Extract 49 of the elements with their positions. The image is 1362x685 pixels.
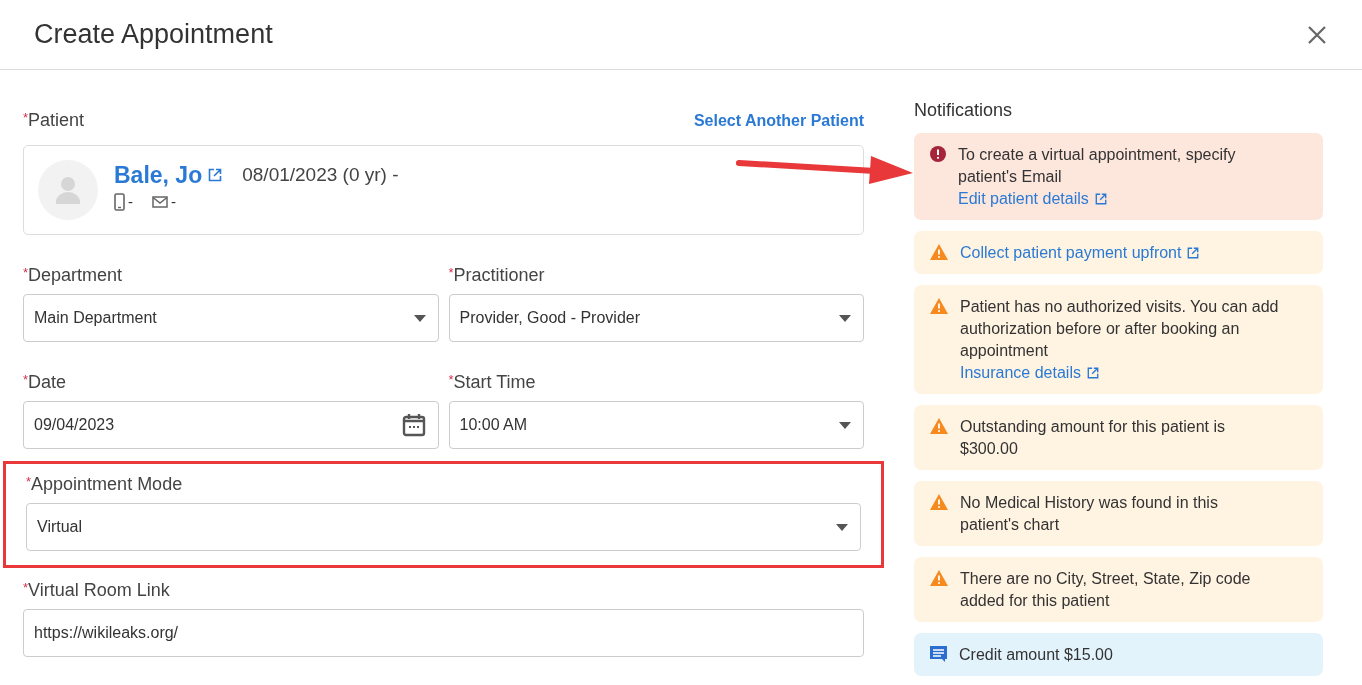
external-link-icon[interactable] <box>1094 193 1107 205</box>
patient-phone: - <box>128 193 133 210</box>
patient-name-link[interactable]: Bale, Jo <box>114 161 203 189</box>
dialog-title: Create Appointment <box>34 19 273 50</box>
calendar-icon[interactable] <box>401 413 426 437</box>
notifications-heading: Notifications <box>914 100 1014 121</box>
warning-icon <box>930 298 948 314</box>
external-link-icon[interactable] <box>1086 367 1099 379</box>
mail-icon <box>152 195 168 208</box>
warning-icon <box>930 244 948 260</box>
phone-icon <box>114 192 125 211</box>
notification-text: To create a virtual appointment, specify patient's Email <box>958 145 1237 187</box>
notification-link[interactable]: Insurance details <box>960 362 1081 384</box>
patient-email: - <box>171 193 176 210</box>
notification-link[interactable]: Collect patient payment upfront <box>960 242 1182 264</box>
dropdown[interactable]: 10:00 AM <box>448 401 864 449</box>
warning-icon <box>930 418 948 434</box>
field-label: *Date <box>23 372 68 393</box>
error-icon <box>930 146 946 162</box>
field-label: *Virtual Room Link <box>23 580 171 601</box>
external-link-icon[interactable] <box>208 168 223 182</box>
dropdown[interactable]: Virtual <box>26 503 861 551</box>
message-icon <box>930 646 947 662</box>
notification-text: No Medical History was found in this patient's chart <box>960 493 1219 535</box>
notification-text: There are no City, Street, State, Zip code added for this patient <box>960 569 1252 611</box>
field-label: *Practitioner <box>448 265 546 286</box>
field-label: *Appointment Mode <box>26 474 184 495</box>
caret-icon <box>839 314 851 322</box>
notification-text: Outstanding amount for this patient is $300.00 <box>960 417 1227 459</box>
field-label: *Department <box>23 265 124 286</box>
close-icon[interactable] <box>1307 24 1327 45</box>
caret-icon <box>413 314 426 322</box>
input-field[interactable]: https://wikileaks.org/ <box>23 609 864 657</box>
dropdown[interactable]: Main Department <box>23 294 439 342</box>
caret-icon <box>836 523 848 531</box>
avatar-icon <box>38 160 98 220</box>
patient-dob: 08/01/2023 (0 yr) - <box>242 164 399 186</box>
external-link-icon[interactable] <box>1187 247 1200 259</box>
warning-icon <box>930 494 948 510</box>
select-patient-link[interactable]: Select Another Patient <box>693 111 864 130</box>
field-label: *Start Time <box>448 372 537 393</box>
warning-icon <box>930 570 948 586</box>
notification-link[interactable]: Edit patient details <box>958 188 1089 210</box>
field-label: *Patient <box>23 110 85 131</box>
notification-text: Credit amount $15.00 <box>959 645 1113 665</box>
notification-text: Patient has no authorized visits. You can add authorization before or after booking an appointment <box>960 297 1280 361</box>
dropdown[interactable]: Provider, Good - Provider <box>448 294 864 342</box>
caret-icon <box>839 421 851 429</box>
date-field[interactable]: 09/04/2023 <box>23 401 439 449</box>
